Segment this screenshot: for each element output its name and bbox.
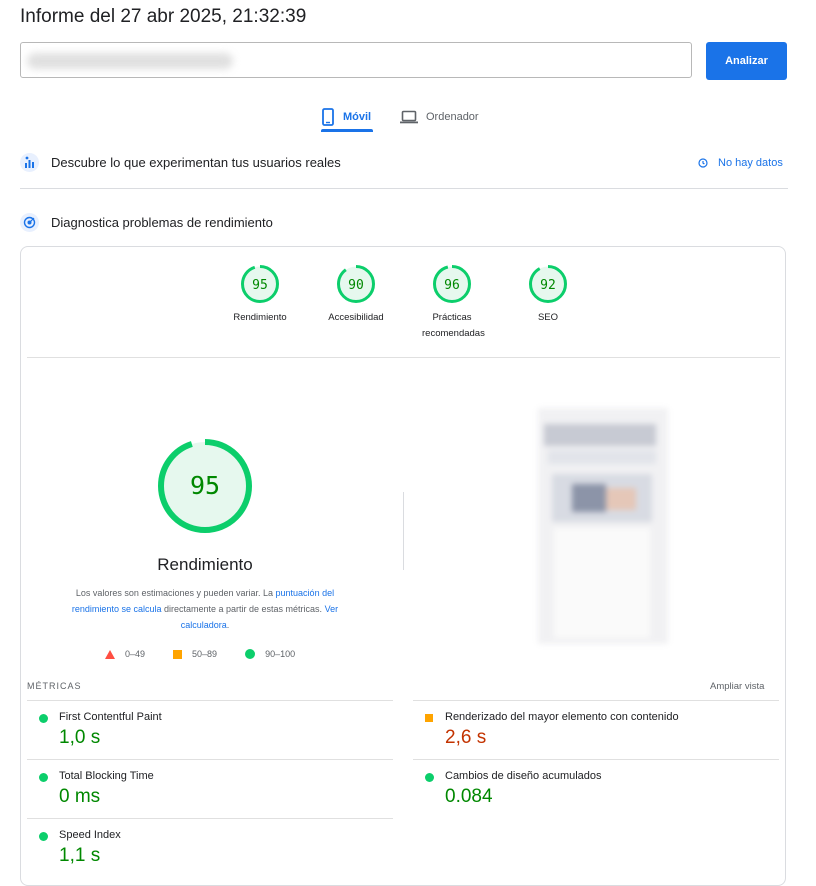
category-gauge-seo[interactable]: 92 SEO xyxy=(518,264,578,342)
score-gauge: 90 xyxy=(337,265,375,303)
lab-data-title: Diagnostica problemas de rendimiento xyxy=(51,215,273,230)
tab-mobile[interactable]: Móvil xyxy=(321,102,371,132)
score-gauge: 96 xyxy=(433,265,471,303)
metric-fcp: First Contentful Paint 1,0 s xyxy=(27,700,393,758)
info-icon xyxy=(698,158,708,168)
category-label: Accesibilidad xyxy=(328,312,384,323)
users-chart-icon xyxy=(20,153,39,172)
section-divider xyxy=(20,188,788,189)
svg-text:90: 90 xyxy=(348,278,364,293)
circle-icon xyxy=(245,649,256,659)
metric-tbt: Total Blocking Time 0 ms xyxy=(27,759,393,817)
performance-gauge: 95 xyxy=(156,437,254,540)
tab-mobile-label: Móvil xyxy=(343,111,372,123)
metric-cls: Cambios de diseño acumulados 0.084 xyxy=(413,759,779,817)
analyze-button[interactable]: Analizar xyxy=(706,42,787,80)
url-input[interactable] xyxy=(20,42,692,78)
category-label: SEO xyxy=(537,312,559,323)
no-data-status[interactable]: No hay datos xyxy=(698,157,783,169)
report-title: Informe del 27 abr 2025, 21:32:39 xyxy=(20,6,307,27)
svg-text:96: 96 xyxy=(444,278,460,293)
pass-indicator xyxy=(39,714,48,723)
category-gauges: 95 Rendimiento 90 Accesibilidad 96 Práct… xyxy=(230,264,578,342)
tab-desktop-label: Ordenador xyxy=(426,111,479,123)
laptop-icon xyxy=(400,110,418,124)
page-screenshot-thumbnail[interactable] xyxy=(538,408,668,644)
average-indicator xyxy=(425,714,433,722)
svg-text:95: 95 xyxy=(252,278,268,293)
field-data-header: Descubre lo que experimentan tus usuario… xyxy=(20,153,341,172)
expand-view-toggle[interactable]: Ampliar vista xyxy=(710,681,764,692)
category-gauge-performance[interactable]: 95 Rendimiento xyxy=(230,264,290,342)
no-data-label: No hay datos xyxy=(718,157,783,169)
performance-description: Los valores son estimaciones y pueden va… xyxy=(71,588,339,630)
tab-desktop[interactable]: Ordenador xyxy=(400,102,479,132)
tab-selected-indicator xyxy=(321,129,373,132)
field-data-title: Descubre lo que experimentan tus usuario… xyxy=(51,155,341,170)
category-label: Rendimiento xyxy=(233,312,287,323)
legend-fail: 0–49 xyxy=(105,649,145,659)
legend-pass: 90–100 xyxy=(245,649,295,659)
performance-score: 95 xyxy=(190,471,220,500)
url-redacted xyxy=(27,53,233,69)
pass-indicator xyxy=(425,773,434,782)
metric-si: Speed Index 1,1 s xyxy=(27,818,393,876)
score-gauge: 95 xyxy=(241,265,279,303)
category-gauge-accessibility[interactable]: 90 Accesibilidad xyxy=(326,264,386,342)
smartphone-icon xyxy=(322,108,334,126)
score-legend: 0–49 50–89 90–100 xyxy=(105,649,323,659)
vertical-divider xyxy=(403,492,404,570)
lab-data-header: Diagnostica problemas de rendimiento xyxy=(20,213,273,232)
card-divider xyxy=(27,357,780,358)
triangle-icon xyxy=(105,649,115,659)
score-gauge: 92 xyxy=(529,265,567,303)
svg-text:92: 92 xyxy=(540,278,556,293)
pass-indicator xyxy=(39,773,48,782)
performance-title: Rendimiento xyxy=(157,555,253,574)
category-label: Prácticas recomendadas xyxy=(422,312,485,339)
legend-average: 50–89 xyxy=(173,649,217,659)
diagnostics-icon xyxy=(20,213,39,232)
metrics-label: MÉTRICAS xyxy=(27,681,82,691)
category-gauge-best-practices[interactable]: 96 Prácticas recomendadas xyxy=(422,264,485,342)
metric-lcp: Renderizado del mayor elemento con conte… xyxy=(413,700,779,758)
pass-indicator xyxy=(39,832,48,841)
square-icon xyxy=(173,649,183,659)
